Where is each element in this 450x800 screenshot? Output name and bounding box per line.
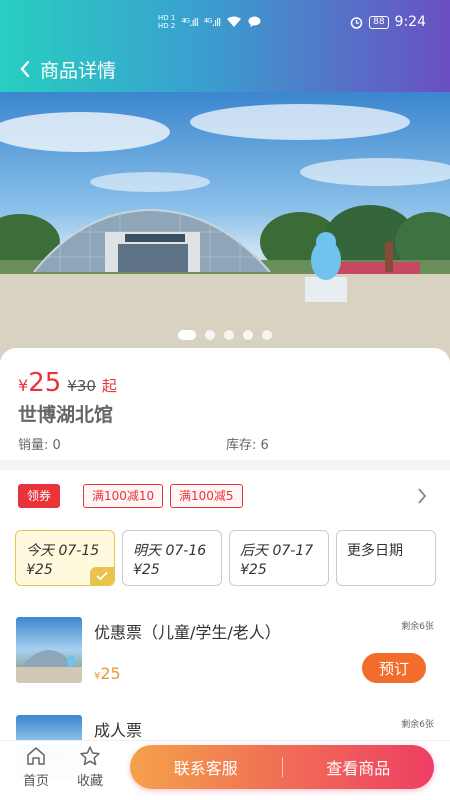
- hd-indicator: HD 1 HD 2: [158, 14, 175, 30]
- carousel-dot[interactable]: [243, 330, 253, 340]
- current-price: ¥25: [18, 368, 62, 398]
- date-label: 今天 07-15: [26, 543, 100, 559]
- ticket-item: 优惠票（儿童/学生/老人） 剩余6张 ¥25 预订: [0, 597, 450, 693]
- app-header: HD 1 HD 2 ⁴ᴳ.ıll ⁴ᴳ.ıll 88 9:24 商品详情: [0, 0, 450, 92]
- more-dates-label: 更多日期: [347, 543, 403, 559]
- carousel-dot[interactable]: [224, 330, 234, 340]
- contact-service-button[interactable]: 联系客服: [130, 745, 282, 789]
- date-label: 后天 07-17: [240, 543, 314, 559]
- more-dates-button[interactable]: 更多日期: [336, 530, 436, 586]
- coupon-tag[interactable]: 满100减5: [170, 484, 243, 508]
- carousel-dot[interactable]: [205, 330, 215, 340]
- chevron-left-icon[interactable]: [10, 54, 40, 84]
- home-label: 首页: [22, 774, 49, 789]
- date-price: ¥25: [240, 562, 267, 578]
- product-name: 世博湖北馆: [18, 404, 114, 426]
- wifi-icon: [227, 16, 242, 27]
- alarm-icon: [350, 16, 363, 29]
- ticket-remaining: 剩余6张: [401, 622, 434, 632]
- ticket-name: 优惠票（儿童/学生/老人）: [94, 623, 281, 642]
- status-right: 88 9:24: [350, 14, 426, 30]
- favorite-label: 收藏: [76, 774, 103, 789]
- carousel-dots: [0, 330, 450, 340]
- book-button[interactable]: 预订: [362, 653, 426, 683]
- coupon-tag[interactable]: 满100减10: [83, 484, 164, 508]
- price-suffix: 起: [101, 377, 117, 395]
- date-option-tomorrow[interactable]: 明天 07-16 ¥25: [122, 530, 222, 586]
- ticket-name: 成人票: [94, 721, 143, 740]
- nav-bar: 商品详情: [0, 54, 116, 84]
- ticket-remaining: 剩余6张: [401, 720, 434, 730]
- get-coupon-badge[interactable]: 领券: [18, 484, 61, 508]
- star-icon: [80, 746, 100, 766]
- hd1-label: HD 1: [158, 14, 176, 22]
- message-icon: [248, 16, 261, 27]
- sales-count: 销量: 0: [18, 438, 61, 453]
- signal-group: HD 1 HD 2 ⁴ᴳ.ıll ⁴ᴳ.ıll: [158, 14, 261, 30]
- product-info-card: ¥25 ¥30 起 世博湖北馆 销量: 0 库存: 6: [0, 348, 450, 460]
- cta-group: 联系客服 查看商品: [130, 745, 434, 789]
- status-bar: HD 1 HD 2 ⁴ᴳ.ıll ⁴ᴳ.ıll 88 9:24: [0, 14, 450, 36]
- carousel-dot[interactable]: [178, 330, 196, 340]
- clock: 9:24: [394, 14, 426, 30]
- date-label: 明天 07-16: [133, 543, 207, 559]
- stock-count: 库存: 6: [226, 438, 269, 453]
- tab-favorite[interactable]: 收藏: [70, 745, 110, 789]
- ticket-price: ¥25: [94, 664, 121, 683]
- tab-home[interactable]: 首页: [16, 745, 56, 789]
- date-price: ¥25: [133, 562, 160, 578]
- date-selector: 今天 07-15 ¥25 明天 07-16 ¥25 后天 07-17 ¥25 更…: [0, 522, 450, 597]
- battery-indicator: 88: [369, 15, 389, 29]
- original-price: ¥30: [67, 377, 96, 395]
- chevron-right-icon[interactable]: [412, 486, 432, 506]
- coupon-bar[interactable]: 领券 满100减10 满100减5: [0, 470, 450, 522]
- page-title: 商品详情: [40, 59, 117, 82]
- date-option-day-after[interactable]: 后天 07-17 ¥25: [229, 530, 329, 586]
- hd2-label: HD 2: [158, 22, 176, 30]
- view-product-button[interactable]: 查看商品: [283, 745, 435, 789]
- signal-icon-2: ⁴ᴳ.ıll: [203, 15, 221, 29]
- home-icon: [27, 747, 45, 765]
- hero-carousel[interactable]: [0, 92, 450, 360]
- carousel-dot[interactable]: [262, 330, 272, 340]
- price-row: ¥25 ¥30 起: [18, 368, 117, 398]
- date-option-today[interactable]: 今天 07-15 ¥25: [15, 530, 115, 586]
- pavilion-photo: [0, 104, 450, 360]
- ticket-thumbnail: [16, 617, 82, 683]
- signal-icon-1: ⁴ᴳ.ıll: [181, 15, 198, 29]
- check-icon: [90, 567, 114, 585]
